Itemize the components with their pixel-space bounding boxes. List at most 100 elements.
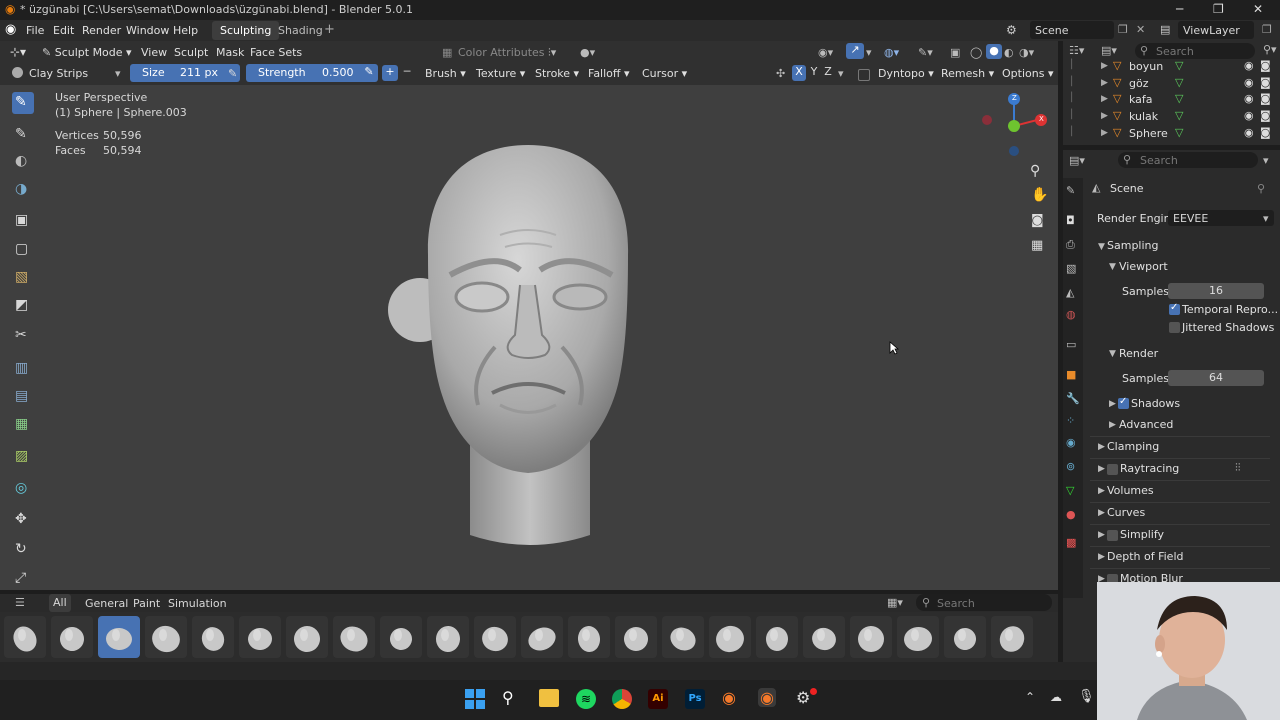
- material-shading-icon[interactable]: ◐: [1004, 44, 1014, 61]
- section-header-label[interactable]: Curves: [1107, 506, 1145, 519]
- section-expand-icon[interactable]: ▶: [1098, 486, 1105, 496]
- brush-thumbnail[interactable]: [709, 616, 751, 658]
- outliner-editor-icon[interactable]: ☷▾: [1069, 44, 1084, 57]
- editor-type-icon[interactable]: ⊹▾: [10, 44, 26, 61]
- section-header-label[interactable]: Clamping: [1107, 440, 1159, 453]
- raytracing-presets-icon[interactable]: ⫶⫶: [1235, 461, 1241, 475]
- display-mode-icon[interactable]: ▤▾: [1101, 44, 1117, 57]
- render-camera-icon[interactable]: ◙: [1260, 126, 1271, 139]
- viewport-subpanel-header[interactable]: Viewport: [1119, 260, 1168, 273]
- box-hide-tool-icon[interactable]: ▢: [12, 239, 34, 261]
- brush-thumbnail[interactable]: [944, 616, 986, 658]
- cloth-filter-tool-icon[interactable]: ▤: [12, 386, 34, 408]
- brush-dropdown-icon[interactable]: ▾: [115, 65, 121, 82]
- brush-thumbnail[interactable]: [98, 616, 140, 658]
- mirror-z-button[interactable]: Z: [821, 65, 835, 81]
- section-header-label[interactable]: Simplify: [1120, 528, 1164, 541]
- box-mask-tool-icon[interactable]: ▣: [12, 210, 34, 232]
- object-tab-icon[interactable]: ■: [1066, 368, 1076, 381]
- add-workspace-button[interactable]: +: [324, 22, 335, 37]
- shelf-display-icon[interactable]: ▦▾: [887, 596, 903, 609]
- visibility-eye-icon[interactable]: ◉: [1244, 59, 1254, 72]
- scale-tool-icon[interactable]: ⤢: [12, 568, 34, 590]
- visibility-icon[interactable]: ◉▾: [818, 44, 833, 61]
- strength-pressure-icon[interactable]: ✎: [361, 65, 377, 81]
- paint-brush-tool-icon[interactable]: ✎: [12, 124, 34, 146]
- mirror-options-icon[interactable]: ▾: [838, 65, 844, 82]
- shadows-expand-icon[interactable]: ▶: [1109, 399, 1116, 409]
- zoom-icon[interactable]: ⚲: [1030, 163, 1040, 179]
- brush-thumbnail[interactable]: [662, 616, 704, 658]
- shelf-tab-paint[interactable]: Paint: [133, 597, 160, 610]
- subtract-direction-button[interactable]: ─: [400, 65, 414, 81]
- brush-thumbnail[interactable]: [145, 616, 187, 658]
- microphone-icon[interactable]: 🎙: [1078, 689, 1095, 704]
- color-filter-tool-icon[interactable]: ▦: [12, 414, 34, 436]
- scene-tab-icon[interactable]: ◭: [1066, 286, 1074, 299]
- solid-shading-icon[interactable]: ●: [986, 44, 1002, 59]
- expand-arrow-icon[interactable]: ▶: [1101, 78, 1108, 88]
- tab-shading[interactable]: Shading: [270, 21, 331, 40]
- outliner-item[interactable]: │ ▶ ▽ kulak ▽ ◉ ◙: [1063, 109, 1280, 125]
- mesh-filter-tool-icon[interactable]: ▥: [12, 358, 34, 380]
- mode-selector[interactable]: ✎ Sculpt Mode ▾: [42, 44, 132, 61]
- symmetry-icon[interactable]: ⫶▾: [548, 44, 556, 61]
- shelf-tab-simulation[interactable]: Simulation: [168, 597, 227, 610]
- physics-tab-icon[interactable]: ◉: [1066, 436, 1076, 449]
- brush-thumbnail[interactable]: [897, 616, 939, 658]
- edit-face-set-tool-icon[interactable]: ▨: [12, 446, 34, 468]
- render-tab-icon[interactable]: ◘: [1066, 214, 1075, 227]
- advanced-subpanel-header[interactable]: Advanced: [1119, 418, 1173, 431]
- minimize-button[interactable]: ─: [1176, 2, 1183, 16]
- render-camera-icon[interactable]: ◙: [1260, 92, 1271, 105]
- menu-sculpt[interactable]: Sculpt: [174, 44, 208, 61]
- new-view-layer-icon[interactable]: ❐: [1262, 23, 1272, 36]
- box-trim-tool-icon[interactable]: ◩: [12, 295, 34, 317]
- render-expand-icon[interactable]: ▼: [1109, 349, 1116, 359]
- shelf-tab-general[interactable]: General: [85, 597, 128, 610]
- pan-hand-icon[interactable]: ✋: [1031, 187, 1048, 203]
- brush-thumbnail[interactable]: [51, 616, 93, 658]
- settings-gear-icon[interactable]: ⚙: [796, 688, 810, 707]
- draw-brush-tool-icon[interactable]: ✎: [12, 92, 34, 114]
- mask-brush-tool-icon[interactable]: ◐: [12, 151, 34, 173]
- search-icon[interactable]: ⚲: [502, 688, 514, 707]
- section-expand-icon[interactable]: ▶: [1098, 508, 1105, 518]
- new-scene-icon[interactable]: ❐: [1118, 23, 1128, 36]
- brush-selector[interactable]: Clay Strips: [29, 65, 88, 82]
- shadows-checkbox[interactable]: [1118, 396, 1129, 409]
- expand-arrow-icon[interactable]: ▶: [1101, 111, 1108, 121]
- brush-thumbnail[interactable]: [521, 616, 563, 658]
- brush-thumbnail[interactable]: [474, 616, 516, 658]
- render-camera-icon[interactable]: ◙: [1260, 59, 1271, 72]
- viewport-samples-field[interactable]: 16: [1168, 283, 1264, 299]
- shelf-tab-all[interactable]: All: [49, 594, 71, 612]
- sampling-expand-icon[interactable]: ▼: [1098, 242, 1105, 252]
- maximize-button[interactable]: ❐: [1213, 2, 1224, 16]
- box-face-set-tool-icon[interactable]: ▧: [12, 267, 34, 289]
- brush-thumbnail[interactable]: [427, 616, 469, 658]
- temporal-reprojection-checkbox[interactable]: [1169, 302, 1180, 315]
- xray-toggle-icon[interactable]: ▣: [950, 44, 960, 61]
- gizmo-menu-icon[interactable]: ▾: [866, 44, 872, 61]
- options-menu[interactable]: Options ▾: [1002, 65, 1053, 82]
- section-expand-icon[interactable]: ▶: [1098, 530, 1105, 540]
- shelf-search-input[interactable]: ⚲ Search: [916, 594, 1052, 611]
- section-enable-checkbox[interactable]: [1107, 530, 1118, 541]
- perspective-toggle-icon[interactable]: ▦: [1031, 238, 1043, 253]
- brush-thumbnail[interactable]: [4, 616, 46, 658]
- visibility-eye-icon[interactable]: ◉: [1244, 126, 1254, 139]
- brush-thumbnail[interactable]: [333, 616, 375, 658]
- outliner-item[interactable]: │ ▶ ▽ Sphere ▽ ◉ ◙: [1063, 126, 1280, 142]
- outliner-item[interactable]: │ ▶ ▽ boyun ▽ ◉ ◙: [1063, 59, 1280, 75]
- pivot-icon[interactable]: ●▾: [580, 44, 595, 61]
- rotate-tool-icon[interactable]: ↻: [12, 539, 34, 561]
- brush-thumbnail[interactable]: [803, 616, 845, 658]
- menu-render[interactable]: Render: [82, 24, 121, 37]
- overlay-toggle-icon[interactable]: ◍▾: [884, 44, 899, 61]
- spotify-icon[interactable]: ≋: [576, 689, 596, 709]
- tool-tab-icon[interactable]: ✎: [1066, 184, 1075, 197]
- brush-thumbnail[interactable]: [192, 616, 234, 658]
- output-tab-icon[interactable]: ⎙: [1066, 238, 1075, 252]
- jittered-shadows-checkbox[interactable]: [1169, 322, 1180, 333]
